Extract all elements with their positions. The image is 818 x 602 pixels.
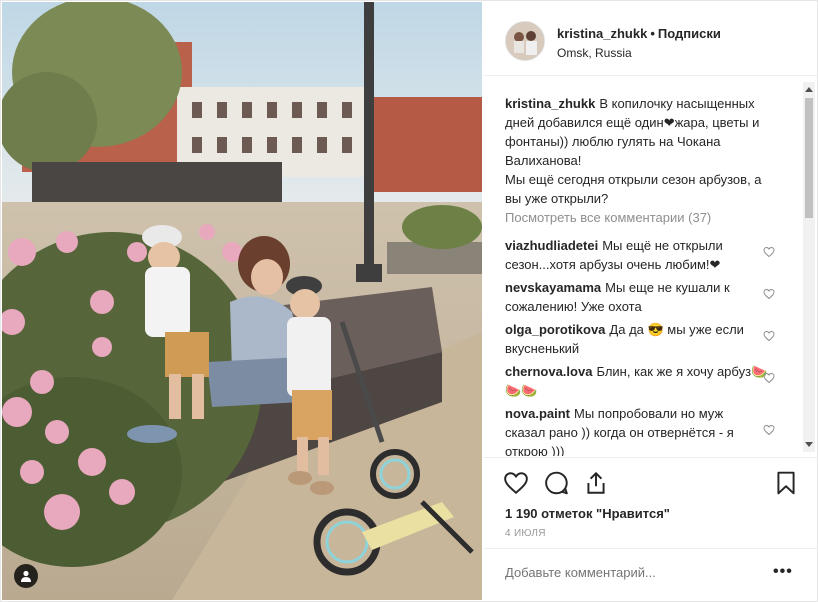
header-dot: • [650,26,655,41]
comment-icon[interactable] [543,470,569,496]
user-tag-button[interactable] [14,564,38,588]
comment-item: olga_porotikova Да да 😎 мы уже если вкусн… [505,320,775,358]
comment-username[interactable]: nova.paint [505,406,570,421]
comment-like-heart-icon[interactable] [763,288,775,300]
caption-username[interactable]: kristina_zhukk [505,96,595,111]
comment-item: nevskayamama Мы еще не кушали к сожалению… [505,278,775,316]
comment-like-heart-icon[interactable] [763,330,775,342]
header-user-line: kristina_zhukk • Подписки [557,26,721,41]
user-tag-icon [21,570,31,582]
scrollbar-thumb[interactable] [805,98,813,218]
header-username[interactable]: kristina_zhukk [557,26,647,41]
comment-like-heart-icon[interactable] [763,424,775,436]
more-options-button[interactable]: ••• [773,563,793,581]
comments-section[interactable]: kristina_zhukk В копилочку насыщенных дне… [483,76,817,456]
post-header: kristina_zhukk • Подписки Omsk, Russia [483,2,817,76]
post-photo-image [2,2,482,600]
post-date[interactable]: 4 ИЮЛЯ [505,528,546,539]
view-all-comments-link[interactable]: Посмотреть все комментарии (37) [505,210,711,225]
caption-text: В копилочку насыщенных дней добавился ещ… [505,96,762,206]
comment-username[interactable]: olga_porotikova [505,322,605,337]
comment-like-heart-icon[interactable] [763,372,775,384]
follow-button[interactable]: Подписки [658,26,721,41]
comment-username[interactable]: viazhudliadetei [505,238,598,253]
comment-username[interactable]: nevskayamama [505,280,601,295]
add-comment-bar: ••• [483,548,817,601]
comment-item: nova.paint Мы попробовали но муж сказал р… [505,404,767,456]
scroll-down-icon[interactable] [805,442,813,447]
comment-like-heart-icon[interactable] [763,246,775,258]
bookmark-icon[interactable] [773,470,799,496]
comment-item: viazhudliadetei Мы ещё не открыли сезон..… [505,236,775,274]
avatar-image [506,22,544,60]
comment-item: chernova.lova Блин, как же я хочу арбуз🍉🍉… [505,362,775,400]
heart-icon[interactable] [503,470,529,496]
scroll-up-icon[interactable] [805,87,813,92]
comments-scrollbar[interactable] [803,82,815,452]
share-icon[interactable] [583,470,609,496]
post-caption: kristina_zhukk В копилочку насыщенных дне… [505,94,780,208]
comment-username[interactable]: chernova.lova [505,364,592,379]
post-location[interactable]: Omsk, Russia [557,46,632,60]
post-photo[interactable] [2,2,482,600]
add-comment-input[interactable] [505,565,765,580]
post-actions: 1 190 отметок "Нравится" 4 ИЮЛЯ [483,457,817,539]
likes-count[interactable]: 1 190 отметок "Нравится" [505,506,670,521]
avatar[interactable] [505,21,545,61]
post-sidebar: kristina_zhukk • Подписки Omsk, Russia kri… [483,2,817,600]
post-modal: kristina_zhukk • Подписки Omsk, Russia kri… [0,0,818,602]
